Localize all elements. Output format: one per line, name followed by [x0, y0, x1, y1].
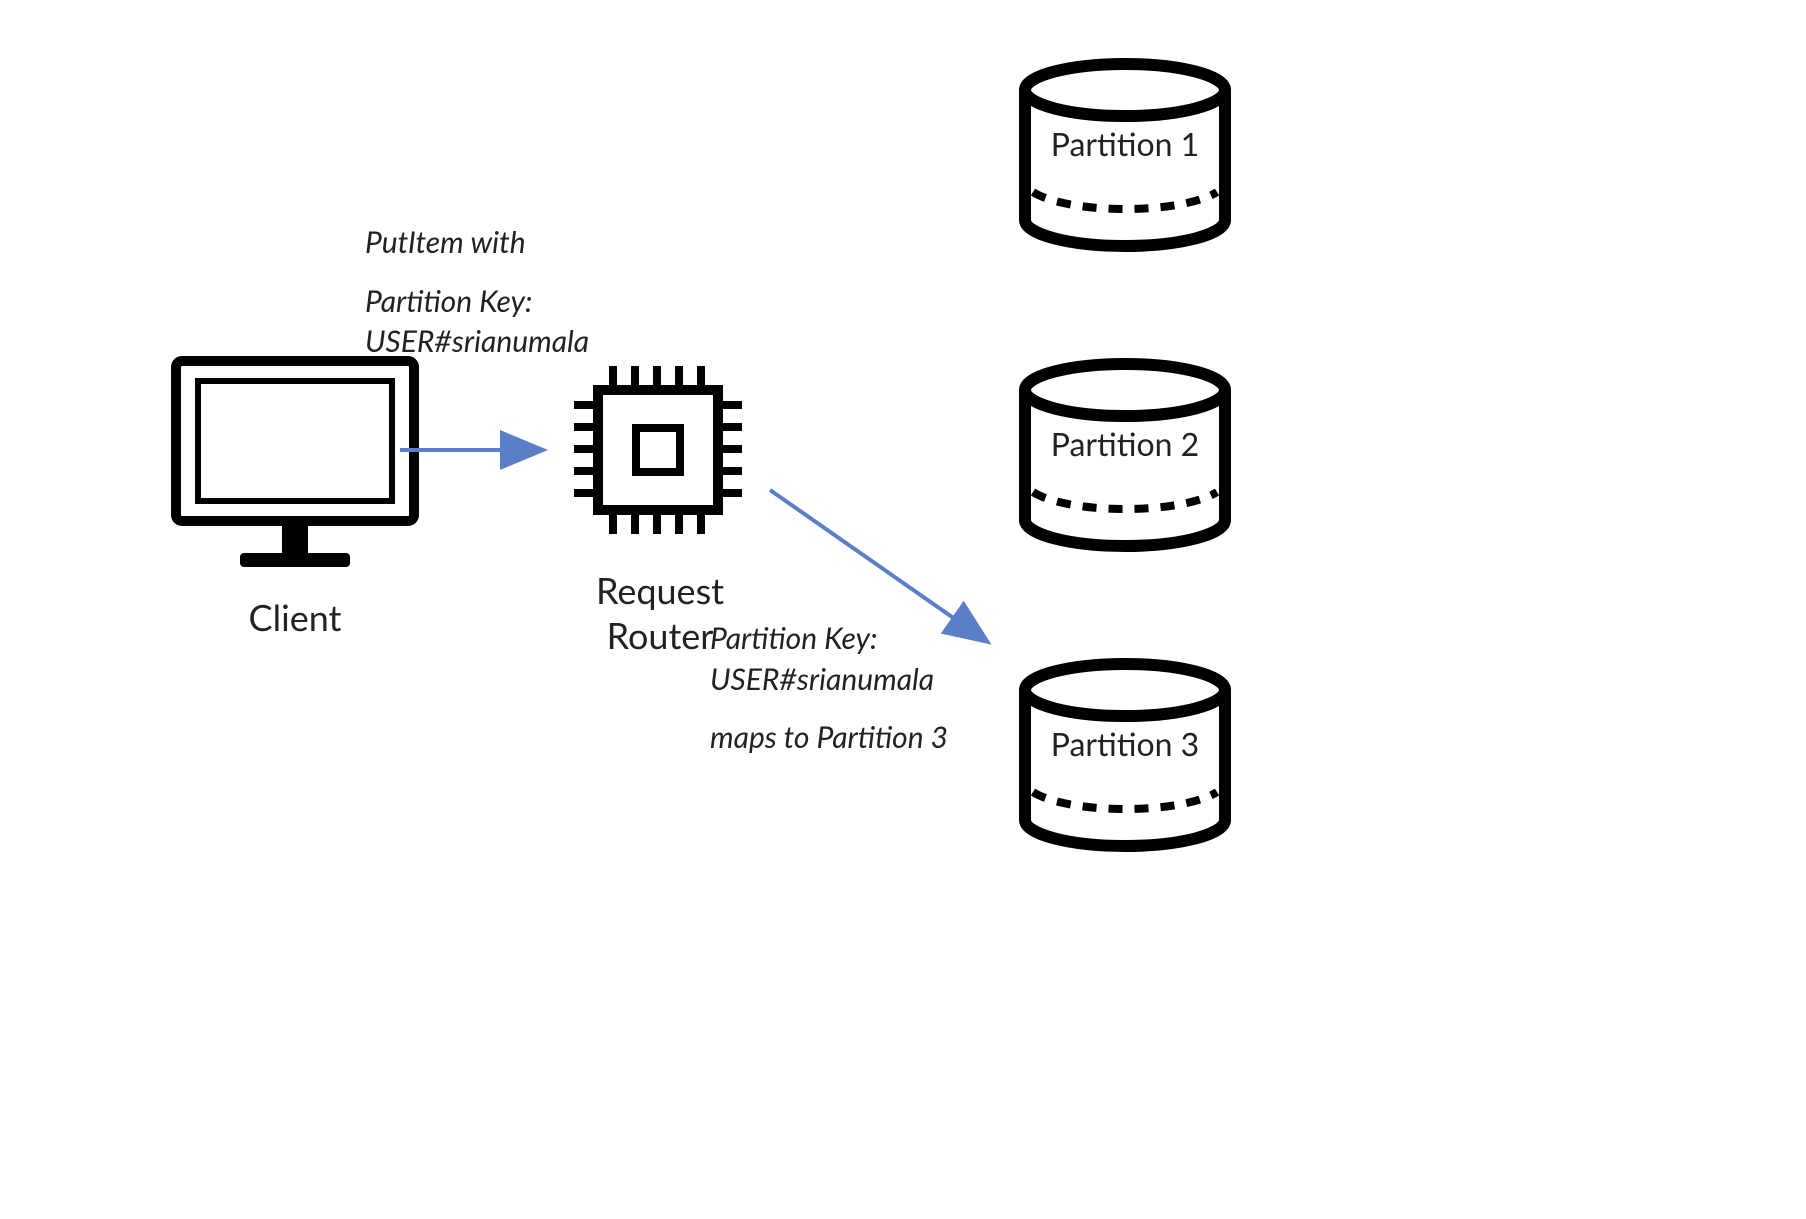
routing-annotation-line1: Partition Key:	[710, 618, 1010, 659]
request-annotation-line1: PutItem with	[365, 222, 705, 263]
request-annotation-line2: Partition Key:	[365, 281, 705, 322]
routing-annotation-line2: USER#srianumala	[710, 659, 1010, 700]
routing-annotation-line3: maps to Partition 3	[710, 717, 1010, 758]
request-annotation-line3: USER#srianumala	[365, 321, 705, 362]
diagram-canvas: Client	[0, 0, 1806, 1219]
request-annotation: PutItem with Partition Key: USER#srianum…	[365, 222, 705, 362]
arrow-router-to-p3	[0, 0, 1806, 1219]
routing-annotation: Partition Key: USER#srianumala maps to P…	[710, 618, 1010, 758]
